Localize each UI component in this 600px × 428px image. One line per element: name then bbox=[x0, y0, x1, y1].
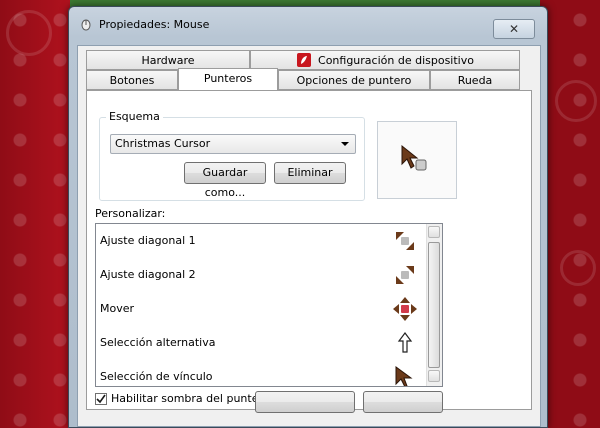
tab-buttons[interactable]: Botones bbox=[86, 70, 178, 90]
pointers-panel: Esquema Christmas Cursor Guardar como...… bbox=[86, 90, 532, 413]
move-cursor-icon bbox=[393, 297, 417, 321]
tab-device-settings[interactable]: Configuración de dispositivo bbox=[250, 50, 520, 70]
list-scrollbar[interactable] bbox=[426, 224, 442, 386]
save-as-label: Guardar como... bbox=[202, 166, 248, 199]
use-default-button[interactable] bbox=[255, 391, 355, 413]
close-icon: ✕ bbox=[508, 22, 520, 36]
check-icon bbox=[96, 394, 106, 404]
tab-label: Hardware bbox=[141, 54, 195, 67]
mouse-properties-window: Propiedades: Mouse ✕ Hardware Configurac… bbox=[68, 6, 548, 428]
delete-button[interactable]: Eliminar bbox=[274, 162, 346, 184]
mouse-icon bbox=[81, 19, 91, 31]
cursor-name: Selección alternativa bbox=[100, 336, 216, 349]
scheme-selected-value: Christmas Cursor bbox=[115, 137, 211, 150]
cursor-name: Selección de vínculo bbox=[100, 370, 213, 383]
chevron-down-icon bbox=[341, 142, 349, 146]
list-item[interactable]: Selección alternativa bbox=[96, 326, 428, 360]
tab-pointers[interactable]: Punteros bbox=[178, 68, 278, 90]
cursor-list: Ajuste diagonal 1 Ajuste diagonal 2 Move… bbox=[95, 223, 443, 387]
tab-pointer-options[interactable]: Opciones de puntero bbox=[278, 70, 430, 90]
window-title: Propiedades: Mouse bbox=[99, 18, 210, 31]
dialog-content: Hardware Configuración de dispositivo Bo… bbox=[77, 45, 541, 427]
diagonal-resize-1-cursor-icon bbox=[396, 232, 414, 250]
tab-label: Punteros bbox=[203, 72, 253, 85]
tab-label: Opciones de puntero bbox=[296, 74, 412, 87]
device-settings-icon bbox=[297, 53, 312, 67]
title-bar[interactable]: Propiedades: Mouse ✕ bbox=[69, 7, 547, 41]
delete-label: Eliminar bbox=[287, 166, 333, 179]
close-button[interactable]: ✕ bbox=[493, 19, 535, 39]
link-select-cursor-icon bbox=[395, 366, 413, 386]
pointer-shadow-label: Habilitar sombra del puntero bbox=[111, 392, 270, 405]
tab-wheel[interactable]: Rueda bbox=[430, 70, 520, 90]
customize-label: Personalizar: bbox=[95, 207, 166, 220]
decorative-swirl bbox=[6, 10, 52, 56]
cursor-name: Ajuste diagonal 2 bbox=[100, 268, 196, 281]
diagonal-resize-2-cursor-icon bbox=[396, 266, 414, 284]
cursor-name: Mover bbox=[100, 302, 135, 315]
alternate-select-cursor-icon bbox=[397, 332, 413, 353]
decorative-swirl bbox=[560, 250, 596, 286]
list-item[interactable]: Ajuste diagonal 1 bbox=[96, 224, 428, 258]
list-item[interactable]: Ajuste diagonal 2 bbox=[96, 258, 428, 292]
scroll-up-button[interactable] bbox=[428, 226, 440, 238]
browse-button[interactable] bbox=[363, 391, 443, 413]
save-as-button[interactable]: Guardar como... bbox=[184, 162, 266, 199]
cursor-preview bbox=[377, 121, 457, 199]
tab-hardware[interactable]: Hardware bbox=[86, 50, 250, 70]
scheme-dropdown[interactable]: Christmas Cursor bbox=[110, 134, 356, 154]
scroll-down-button[interactable] bbox=[428, 370, 440, 382]
list-item[interactable]: Mover bbox=[96, 292, 428, 326]
decorative-swirl bbox=[555, 80, 597, 122]
pointer-shadow-checkbox[interactable] bbox=[95, 393, 107, 405]
list-item[interactable]: Selección de vínculo bbox=[96, 360, 428, 386]
scheme-group: Esquema Christmas Cursor Guardar como...… bbox=[99, 110, 365, 201]
tab-label: Configuración de dispositivo bbox=[318, 54, 474, 67]
normal-select-cursor-icon bbox=[401, 144, 427, 171]
cursor-name: Ajuste diagonal 1 bbox=[100, 234, 196, 247]
scheme-legend: Esquema bbox=[106, 110, 163, 123]
scroll-thumb[interactable] bbox=[428, 242, 440, 368]
tab-label: Rueda bbox=[457, 74, 493, 87]
tab-label: Botones bbox=[109, 74, 155, 87]
